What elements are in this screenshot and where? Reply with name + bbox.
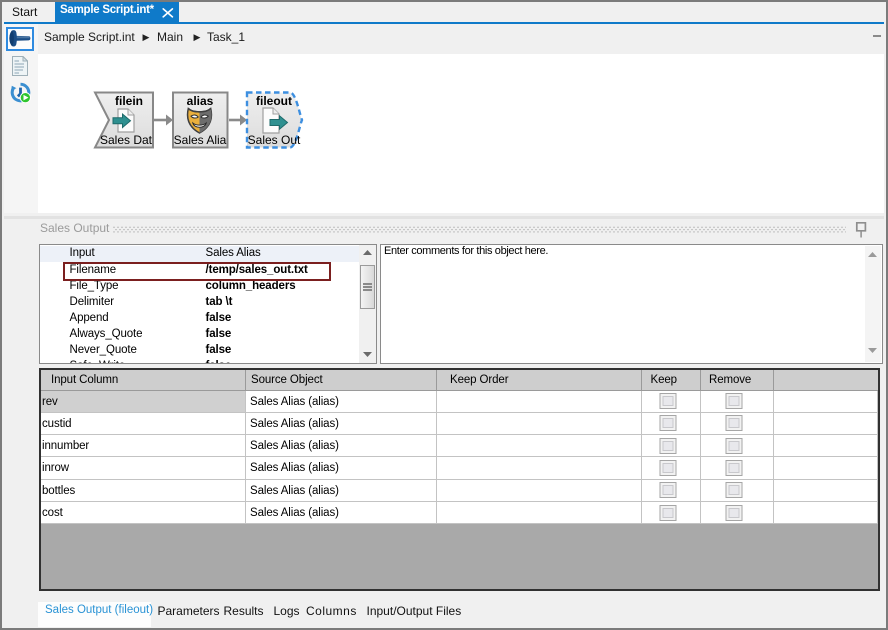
svg-text:Sales Alia: Sales Alia [174, 133, 227, 147]
svg-text:fileout: fileout [256, 94, 292, 108]
svg-text:alias: alias [187, 94, 214, 108]
svg-text:Sales Out: Sales Out [248, 133, 301, 147]
svg-text:Sales Dat: Sales Dat [100, 133, 153, 147]
svg-text:filein: filein [115, 94, 143, 108]
